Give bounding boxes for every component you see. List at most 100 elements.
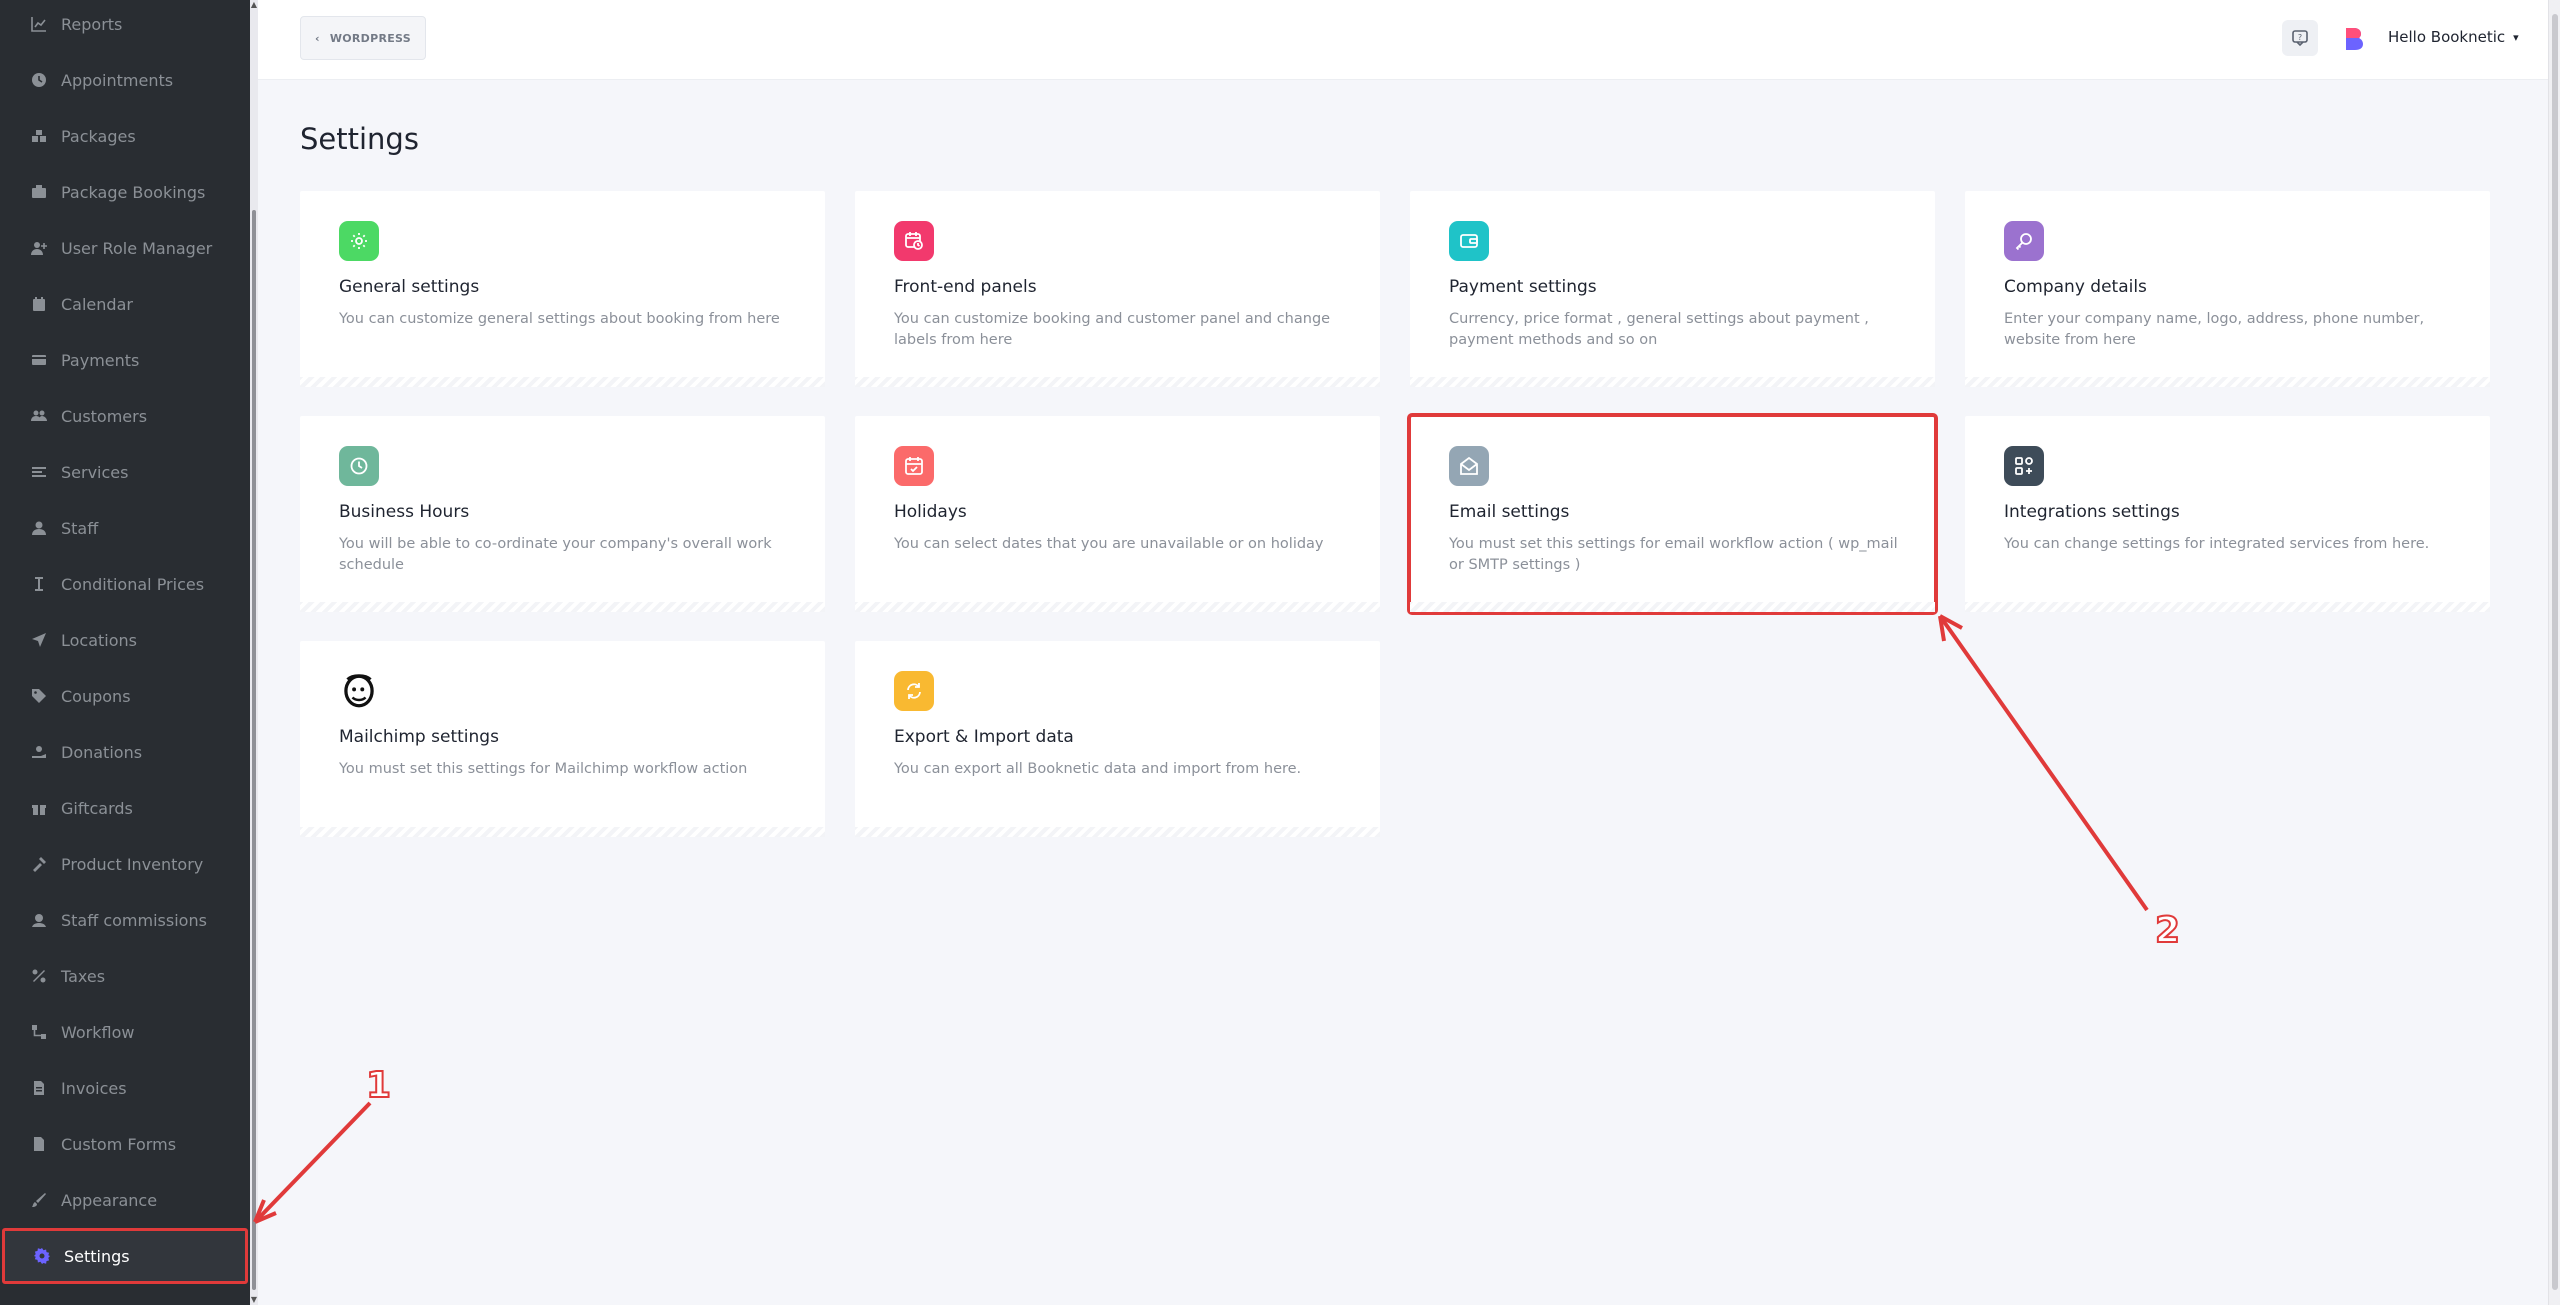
sidebar-item-locations[interactable]: Locations	[0, 612, 250, 668]
sidebar-item-taxes[interactable]: Taxes	[0, 948, 250, 1004]
sidebar-item-giftcards[interactable]: Giftcards	[0, 780, 250, 836]
sidebar-item-appointments[interactable]: Appointments	[0, 52, 250, 108]
help-button[interactable]: ?	[2282, 20, 2318, 56]
card-title: Payment settings	[1449, 277, 1597, 297]
card-payment-settings[interactable]: Payment settings Currency, price format …	[1410, 191, 1935, 387]
sidebar-item-appearance[interactable]: Appearance	[0, 1172, 250, 1228]
card-title: Business Hours	[339, 502, 470, 522]
card-description: Currency, price format , general setting…	[1449, 311, 1869, 348]
sidebar-item-user-role-manager[interactable]: User Role Manager	[0, 220, 250, 276]
sidebar-item-label: Taxes	[61, 966, 106, 986]
annotation-label-1: 1	[365, 1064, 392, 1107]
sidebar-item-customers[interactable]: Customers	[0, 388, 250, 444]
scroll-down-arrow-icon[interactable]: ▼	[250, 1295, 258, 1305]
card-stripes	[1965, 377, 2490, 387]
workflow-icon	[31, 1024, 47, 1040]
sidebar-item-label: Invoices	[61, 1078, 127, 1098]
scroll-up-arrow-icon[interactable]: ▲	[250, 0, 258, 10]
user-icon	[31, 520, 47, 536]
location-arrow-icon	[31, 632, 47, 648]
page-scrollbar[interactable]	[2548, 0, 2560, 1305]
mailchimp-icon	[339, 671, 379, 711]
sidebar-item-label: Payments	[61, 350, 140, 370]
card-export-import-data[interactable]: Export & Import data You can export all …	[855, 641, 1380, 837]
svg-text:?: ?	[2298, 33, 2302, 42]
card-stripes	[855, 827, 1380, 837]
help-chat-icon: ?	[2292, 30, 2308, 47]
sidebar-item-invoices[interactable]: Invoices	[0, 1060, 250, 1116]
envelope-open-icon	[1449, 446, 1489, 486]
card-company-details[interactable]: Company details Enter your company name,…	[1965, 191, 2490, 387]
top-header: ‹ WORDPRESS ? Hello Booknetic ▾	[258, 0, 2548, 80]
integrations-icon	[2004, 446, 2044, 486]
back-to-wordpress-label: WORDPRESS	[329, 31, 412, 45]
tools-icon	[31, 856, 47, 872]
sidebar-item-reports[interactable]: Reports	[0, 0, 250, 52]
packages-icon	[31, 128, 47, 144]
conditional-icon	[31, 576, 47, 592]
sidebar-item-label: Donations	[61, 742, 143, 762]
card-stripes	[855, 377, 1380, 387]
card-holidays[interactable]: Holidays You can select dates that you a…	[855, 416, 1380, 612]
card-title: Export & Import data	[894, 727, 1074, 747]
card-stripes	[855, 602, 1380, 612]
sidebar-item-calendar[interactable]: Calendar	[0, 276, 250, 332]
sidebar-item-label: Services	[61, 462, 129, 482]
percent-icon	[31, 968, 47, 984]
sidebar-item-staff-commissions[interactable]: Staff commissions	[0, 892, 250, 948]
sidebar-item-label: User Role Manager	[61, 238, 213, 258]
chevron-left-icon: ‹	[314, 31, 320, 45]
sidebar-item-settings[interactable]: Settings	[2, 1228, 248, 1284]
sidebar-item-package-bookings[interactable]: Package Bookings	[0, 164, 250, 220]
sidebar-scrollbar[interactable]: ▲ ▼	[250, 0, 258, 1305]
sidebar-item-label: Package Bookings	[61, 182, 206, 202]
sidebar-item-product-inventory[interactable]: Product Inventory	[0, 836, 250, 892]
annotation-arrow-1	[253, 1101, 372, 1224]
user-plus-icon	[31, 240, 47, 256]
card-general-settings[interactable]: General settings You can customize gener…	[300, 191, 825, 387]
card-description: Enter your company name, logo, address, …	[2004, 311, 2425, 348]
sidebar-scroll-thumb[interactable]	[252, 210, 256, 1290]
sidebar-item-workflow[interactable]: Workflow	[0, 1004, 250, 1060]
chevron-down-icon: ▾	[2513, 30, 2519, 44]
sidebar-item-staff[interactable]: Staff	[0, 500, 250, 556]
card-title: Mailchimp settings	[339, 727, 499, 747]
card-mailchimp-settings[interactable]: Mailchimp settings You must set this set…	[300, 641, 825, 837]
payments-icon	[31, 352, 47, 368]
sidebar-item-custom-forms[interactable]: Custom Forms	[0, 1116, 250, 1172]
sidebar-item-conditional-prices[interactable]: Conditional Prices	[0, 556, 250, 612]
card-integrations-settings[interactable]: Integrations settings You can change set…	[1965, 416, 2490, 612]
card-stripes	[1965, 602, 2490, 612]
card-front-end-panels[interactable]: Front-end panels You can customize booki…	[855, 191, 1380, 387]
sidebar-item-label: Settings	[64, 1246, 130, 1266]
page-title: Settings	[300, 122, 419, 156]
card-title: General settings	[339, 277, 480, 297]
invoice-icon	[31, 1080, 47, 1096]
sidebar-item-coupons[interactable]: Coupons	[0, 668, 250, 724]
calendar-clock-icon	[894, 221, 934, 261]
back-to-wordpress-button[interactable]: ‹ WORDPRESS	[300, 16, 426, 60]
commission-icon	[31, 912, 47, 928]
card-description: You can export all Booknetic data and im…	[894, 761, 1302, 777]
sync-icon	[894, 671, 934, 711]
package-bookings-icon	[31, 184, 47, 200]
sidebar-item-donations[interactable]: Donations	[0, 724, 250, 780]
card-stripes	[300, 602, 825, 612]
sidebar-item-packages[interactable]: Packages	[0, 108, 250, 164]
card-business-hours[interactable]: Business Hours You will be able to co-or…	[300, 416, 825, 612]
sidebar-item-services[interactable]: Services	[0, 444, 250, 500]
card-email-settings[interactable]: Email settings You must set this setting…	[1407, 413, 1938, 615]
sidebar-item-label: Locations	[61, 630, 138, 650]
sidebar-item-label: Workflow	[61, 1022, 135, 1042]
wallet-icon	[1449, 221, 1489, 261]
page-scroll-thumb[interactable]	[2552, 14, 2558, 1290]
sidebar-item-payments[interactable]: Payments	[0, 332, 250, 388]
gear-icon	[34, 1248, 50, 1264]
card-description: You can change settings for integrated s…	[2004, 536, 2430, 552]
tag-icon	[31, 688, 47, 704]
gift-icon	[31, 800, 47, 816]
sidebar: Reports Appointments Packages Package Bo…	[0, 0, 250, 1305]
calendar-icon	[31, 296, 47, 312]
user-menu[interactable]: Hello Booknetic ▾	[2388, 28, 2519, 46]
sidebar-item-label: Reports	[61, 14, 123, 34]
